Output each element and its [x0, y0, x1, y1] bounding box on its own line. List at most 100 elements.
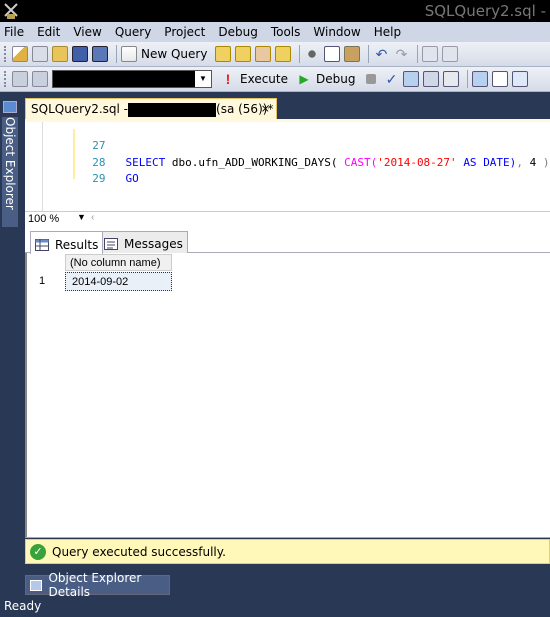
toolbar-separator [116, 45, 117, 63]
copy-icon[interactable] [324, 46, 341, 62]
status-bar: Ready [0, 597, 550, 617]
grid-icon [35, 238, 49, 251]
window-title: SQLQuery2.sql - [424, 2, 546, 20]
code-line: 27 [45, 126, 105, 152]
menu-bar: File Edit View Query Project Debug Tools… [0, 22, 550, 42]
toolbar-separator [417, 45, 419, 63]
query-options-icon[interactable] [423, 71, 440, 87]
query-editor[interactable]: 27 28 SELECT dbo.ufn_ADD_WORKING_DAYS( CA… [25, 119, 550, 211]
results-to-text-icon[interactable] [492, 71, 509, 87]
object-explorer-icon[interactable] [3, 101, 17, 113]
save-all-icon[interactable] [92, 46, 108, 62]
cut-icon[interactable] [304, 46, 321, 62]
toolbar-grip[interactable] [4, 71, 8, 87]
chevron-down-icon[interactable]: ▼ [77, 212, 86, 222]
results-tab-strip: Results Messages [25, 227, 550, 254]
keyword-as: AS [463, 156, 477, 169]
code-line: 29 GO [45, 159, 139, 185]
tab-object-explorer-details[interactable]: Object Explorer Details [25, 571, 170, 599]
stop-icon[interactable] [366, 74, 377, 84]
toolbar-grip[interactable] [4, 46, 8, 62]
zoom-level[interactable]: 100 % [28, 213, 59, 225]
tab-results[interactable]: Results [30, 231, 104, 254]
connect-icon[interactable] [12, 71, 28, 87]
change-connection-icon[interactable] [32, 71, 48, 87]
display-plan-icon[interactable] [403, 71, 420, 87]
menu-view[interactable]: View [73, 25, 101, 39]
include-plan-icon[interactable] [472, 71, 489, 87]
menu-edit[interactable]: Edit [37, 25, 60, 39]
redo-icon[interactable]: ↷ [393, 46, 409, 62]
query-status-bar: ✓ Query executed successfully. [25, 539, 550, 564]
navigate-forward-icon[interactable] [442, 46, 459, 62]
menu-project[interactable]: Project [164, 25, 205, 39]
keyword-cast: CAST( [344, 156, 378, 169]
tab-sqlquery2[interactable]: SQLQuery2.sql - (sa (56))* × [25, 98, 277, 119]
close-icon[interactable]: × [261, 102, 270, 115]
save-icon[interactable] [72, 46, 88, 62]
toolbar-separator [299, 45, 301, 63]
intellisense-icon[interactable] [443, 71, 460, 87]
keyword-date: DATE) [483, 156, 517, 169]
execute-button[interactable]: Execute [240, 72, 288, 86]
status-text: Ready [4, 599, 42, 613]
query-dmx-icon[interactable] [235, 46, 252, 62]
details-icon [30, 579, 43, 591]
code-text: GO [126, 172, 139, 185]
menu-query[interactable]: Query [115, 25, 151, 39]
keyword-go: GO [125, 172, 139, 185]
tab-messages-label: Messages [124, 237, 183, 251]
debug-button[interactable]: Debug [316, 72, 355, 86]
add-item-icon[interactable] [32, 46, 48, 62]
code-line: 28 SELECT dbo.ufn_ADD_WORKING_DAYS( CAST(… [45, 143, 549, 169]
zoom-bar: 100 % ▼ ‹ [25, 211, 550, 227]
success-check-icon: ✓ [30, 543, 46, 560]
menu-window[interactable]: Window [313, 25, 360, 39]
menu-help[interactable]: Help [374, 25, 401, 39]
paste-icon[interactable] [344, 46, 361, 62]
ssms-app-icon[interactable] [3, 2, 19, 20]
query-status-text: Query executed successfully. [52, 544, 226, 559]
redacted-server-name [128, 102, 217, 117]
query-xmla-icon[interactable] [255, 46, 272, 62]
toolbar-separator [467, 70, 469, 88]
row-number[interactable]: 1 [35, 273, 63, 291]
open-file-icon[interactable] [52, 46, 68, 62]
results-grid: (No column name) 1 2014-09-02 [25, 253, 550, 538]
function-name: dbo.ufn_ADD_WORKING_DAYS( [171, 156, 338, 169]
string-literal: '2014-08-27' [377, 156, 457, 169]
new-query-button[interactable]: New Query [141, 47, 207, 61]
query-sqlce-icon[interactable] [275, 46, 292, 62]
menu-file[interactable]: File [4, 25, 24, 39]
column-header[interactable]: (No column name) [65, 254, 172, 271]
parse-icon[interactable]: ✓ [383, 71, 399, 87]
execute-icon[interactable]: ! [220, 71, 236, 87]
editor-gutter [25, 122, 43, 211]
sql-editor-toolbar: ▼ ! Execute ▶ Debug ✓ [0, 67, 550, 92]
tab-messages[interactable]: Messages [99, 231, 188, 253]
new-project-icon[interactable] [12, 46, 28, 62]
chevron-down-icon[interactable]: ▼ [195, 71, 211, 87]
menu-debug[interactable]: Debug [218, 25, 257, 39]
close-paren: ) [542, 156, 550, 169]
tab-label-prefix: SQLQuery2.sql - [31, 102, 129, 116]
menu-tools[interactable]: Tools [271, 25, 301, 39]
query-mdx-icon[interactable] [215, 46, 232, 62]
result-cell[interactable]: 2014-09-02 [65, 272, 172, 291]
debug-icon[interactable]: ▶ [296, 71, 312, 87]
tab-object-explorer-details-label: Object Explorer Details [48, 571, 142, 599]
code-text: SELECT dbo.ufn_ADD_WORKING_DAYS( CAST('2… [126, 156, 550, 169]
new-query-icon[interactable] [121, 46, 137, 62]
messages-icon [104, 238, 118, 250]
navigate-back-icon[interactable] [422, 46, 439, 62]
toolbar-separator [368, 45, 370, 63]
database-dropdown[interactable]: ▼ [52, 70, 212, 88]
scroll-left-icon[interactable]: ‹ [91, 212, 94, 223]
comma: , [516, 156, 523, 169]
left-dock-bar: Object Explorer [0, 93, 20, 593]
results-to-grid-icon[interactable] [512, 71, 529, 87]
undo-icon[interactable]: ↶ [373, 46, 389, 62]
object-explorer-label[interactable]: Object Explorer [2, 117, 18, 227]
tab-results-label: Results [55, 237, 99, 252]
number-literal: 4 [529, 156, 537, 169]
